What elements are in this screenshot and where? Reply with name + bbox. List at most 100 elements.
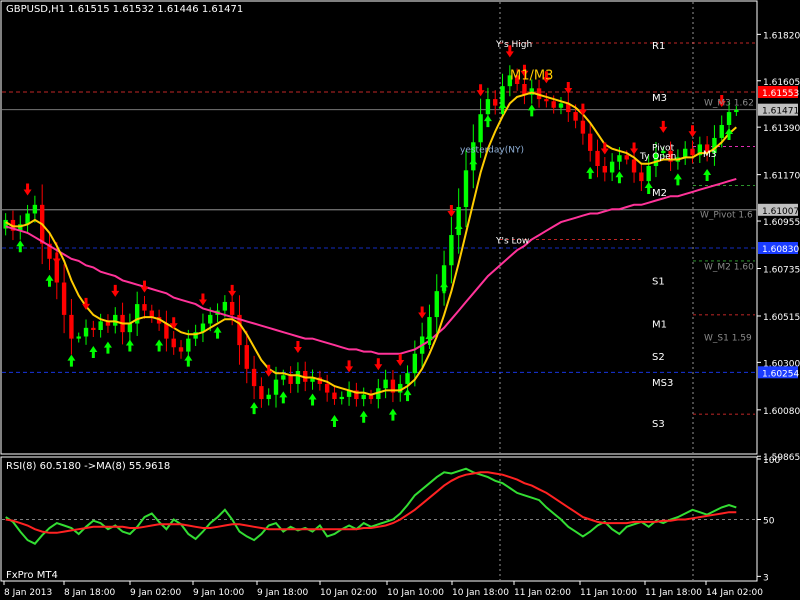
down-arrow-icon	[688, 125, 697, 138]
candle-body	[83, 327, 89, 337]
up-arrow-icon	[440, 281, 449, 294]
moving-averages	[5, 91, 737, 396]
candle-body	[222, 301, 228, 311]
candle-body	[726, 112, 732, 125]
rsi-series-line	[5, 467, 737, 545]
time-tick-label: 10 Jan 02:00	[320, 588, 377, 598]
candle-body	[178, 347, 184, 352]
up-arrow-icon	[250, 402, 259, 415]
candle-body	[573, 112, 578, 121]
up-arrow-icon	[673, 173, 682, 186]
up-arrow-icon	[615, 171, 624, 184]
price-tick-label: 1.61390	[763, 124, 800, 134]
fast-ma-line	[5, 91, 737, 396]
annotation-label: Y's High	[495, 40, 532, 50]
candle-body	[631, 159, 637, 173]
annotation-label: W_S1 1.59	[704, 333, 752, 343]
candle-body	[544, 99, 549, 102]
candle-body	[449, 235, 454, 266]
candle-body	[595, 150, 600, 166]
candle-body	[683, 148, 688, 158]
candle-body	[164, 323, 169, 339]
annotation-label: W_M2 1.60	[704, 262, 754, 272]
candle-body	[551, 101, 556, 108]
time-tick-label: 10 Jan 10:00	[387, 588, 444, 598]
time-tick-label: 8 Jan 2013	[4, 588, 52, 598]
candle-body	[171, 338, 176, 348]
up-arrow-icon	[67, 354, 76, 367]
price-tick-label: 1.60735	[763, 266, 800, 276]
price-flag-label: 1.61553	[762, 89, 799, 99]
candle-body	[588, 133, 593, 151]
candle-body	[719, 125, 724, 138]
up-arrow-icon	[125, 339, 134, 352]
annotation-label: M3	[703, 150, 717, 160]
price-chart[interactable]: R1 M3 M2 S1 M1 S2 MS3 S3 Y's High M1/M3 yesterday…	[0, 0, 800, 600]
price-tick-label: 1.61170	[763, 172, 800, 182]
up-arrow-icon	[103, 341, 112, 354]
candle-body	[281, 375, 286, 380]
candle-body	[244, 345, 249, 369]
candle-body	[229, 301, 235, 315]
down-arrow-icon	[659, 120, 668, 133]
candle-body	[295, 371, 301, 384]
down-arrow-icon	[418, 306, 427, 319]
candle-body	[288, 375, 293, 384]
pivot-label: S3	[652, 419, 665, 430]
down-arrow-icon	[396, 353, 405, 366]
candle-body	[580, 120, 586, 134]
down-arrow-icon	[140, 280, 149, 293]
price-tick-label: 1.60080	[763, 407, 800, 417]
candle-body	[273, 379, 279, 395]
candle-body	[149, 310, 154, 318]
pivot-label: M2	[652, 188, 667, 199]
down-arrow-icon	[345, 360, 354, 373]
candle-body	[98, 321, 103, 330]
time-tick-label: 11 Jan 10:00	[580, 588, 637, 598]
price-tick-label: 1.61820	[763, 31, 800, 41]
up-arrow-icon	[403, 389, 412, 402]
rsi-lines	[5, 467, 737, 545]
time-tick-label: 8 Jan 18:00	[64, 588, 116, 598]
rsi-series-line	[5, 471, 737, 534]
up-arrow-icon	[16, 240, 25, 253]
candle-body	[734, 109, 739, 113]
brand-label: FxPro MT4	[6, 570, 58, 581]
candle-body	[405, 373, 410, 384]
candle-body	[361, 394, 366, 400]
price-tick-label: 1.60515	[763, 313, 800, 323]
up-arrow-icon	[184, 354, 193, 367]
down-arrow-icon	[476, 84, 485, 97]
rsi-tick-label: 100	[763, 456, 780, 466]
annotation-label: W_Pivot 1.6	[700, 210, 753, 220]
candle-body	[266, 394, 271, 400]
up-arrow-icon	[359, 410, 368, 423]
candle-body	[690, 148, 695, 156]
price-flag-label: 1.60254	[762, 369, 799, 379]
up-arrow-icon	[586, 166, 595, 179]
up-arrow-icon	[454, 223, 463, 235]
rsi-tick-label: 3	[763, 573, 769, 583]
candle-body	[624, 155, 629, 160]
pivot-label: S1	[652, 276, 665, 287]
time-tick-label: 9 Jan 10:00	[193, 588, 245, 598]
annotation-label: M1/M3	[510, 68, 553, 83]
time-tick-label: 10 Jan 18:00	[452, 588, 509, 598]
price-flag-label: 1.61471	[762, 107, 799, 117]
up-arrow-icon	[469, 158, 478, 171]
candle-body	[91, 327, 96, 330]
up-arrow-icon	[89, 346, 98, 358]
candle-body	[339, 396, 344, 400]
main-panel-frame	[0, 0, 758, 455]
candle-body	[617, 155, 622, 162]
candle-body	[522, 84, 527, 95]
chart-annotations: Y's High M1/M3 yesterday(NY) Y's Low W_M3 1.…	[460, 40, 754, 343]
candle-body	[485, 99, 491, 115]
annotation-label: Ty Open	[639, 152, 676, 162]
down-arrow-icon	[447, 205, 456, 218]
candle-body	[463, 170, 469, 207]
down-arrow-icon	[578, 103, 587, 116]
pivot-label: M3	[652, 93, 667, 104]
up-arrow-icon	[45, 274, 54, 287]
candles	[3, 65, 739, 409]
